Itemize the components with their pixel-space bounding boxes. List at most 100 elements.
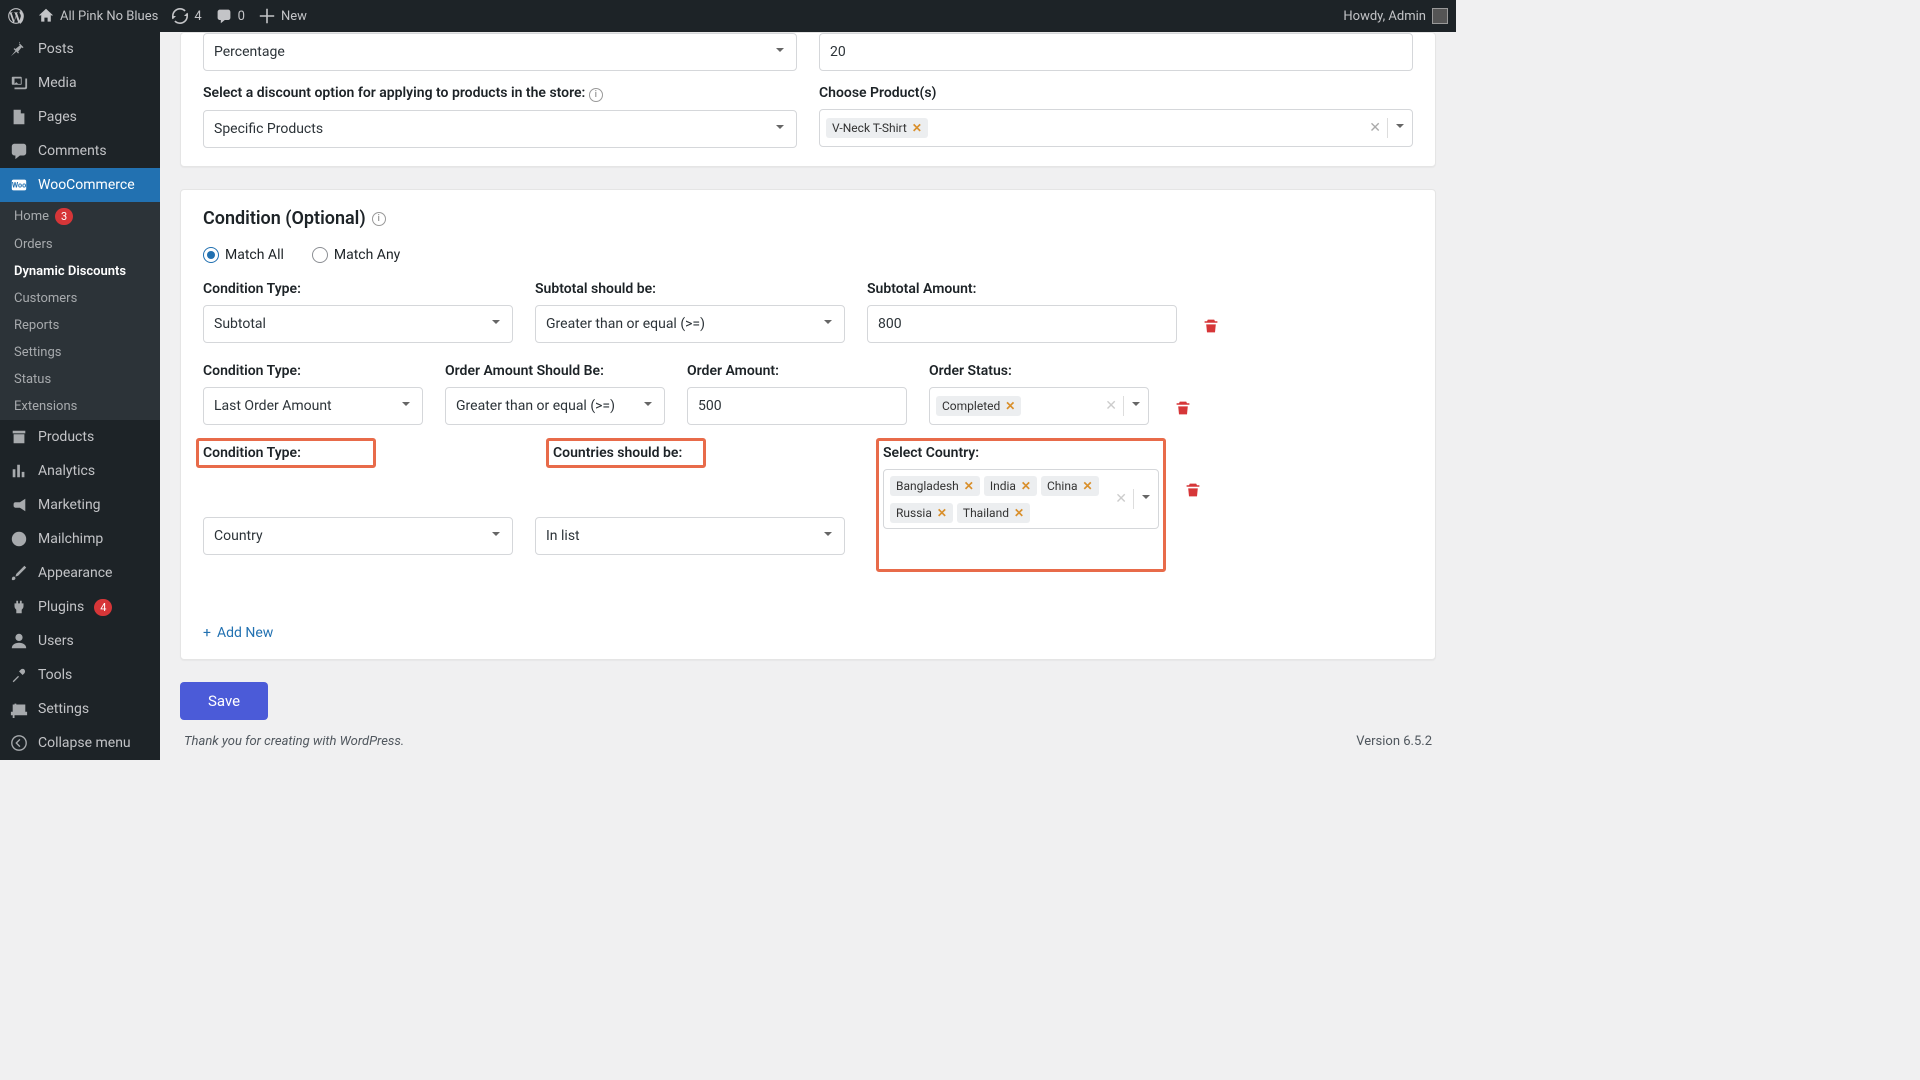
- condition-type-label: Condition Type:: [203, 445, 369, 461]
- update-icon: [172, 8, 188, 24]
- badge: 4: [94, 599, 112, 616]
- sidebar-subitem-reports[interactable]: Reports: [0, 312, 160, 339]
- delete-row-button[interactable]: [1171, 389, 1195, 427]
- info-icon[interactable]: i: [589, 88, 603, 102]
- discount-option-select[interactable]: Specific Products: [203, 110, 797, 148]
- sidebar-label: WooCommerce: [38, 177, 135, 193]
- select-value: Subtotal: [214, 316, 266, 332]
- chevron-down-icon: [774, 44, 786, 60]
- condition-heading: Condition (Optional) i: [203, 208, 1413, 229]
- sidebar-item-comments[interactable]: Comments: [0, 134, 160, 168]
- media-icon: [10, 74, 28, 92]
- comments-menu[interactable]: 0: [216, 8, 245, 24]
- sidebar-label: Collapse menu: [38, 735, 131, 751]
- sidebar-label: Reports: [14, 318, 59, 333]
- discount-value-input[interactable]: 20: [819, 33, 1413, 71]
- pin-icon: [10, 40, 28, 58]
- remove-tag-icon[interactable]: ✕: [912, 121, 922, 135]
- badge: 3: [55, 208, 73, 225]
- chevron-down-icon[interactable]: [1394, 120, 1406, 136]
- sidebar-item-analytics[interactable]: Analytics: [0, 454, 160, 488]
- discount-type-select[interactable]: Percentage: [203, 33, 797, 71]
- order-status-multiselect[interactable]: Completed ✕ ✕: [929, 387, 1149, 425]
- sidebar-item-posts[interactable]: Posts: [0, 32, 160, 66]
- site-menu[interactable]: All Pink No Blues: [38, 8, 158, 24]
- condition-type-select[interactable]: Country: [203, 517, 513, 555]
- sidebar-label: Products: [38, 429, 94, 445]
- sidebar-item-users[interactable]: Users: [0, 624, 160, 658]
- brush-icon: [10, 564, 28, 582]
- condition-type-select[interactable]: Subtotal: [203, 305, 513, 343]
- sidebar-subitem-extensions[interactable]: Extensions: [0, 393, 160, 420]
- new-label: New: [281, 9, 307, 24]
- sidebar-item-mailchimp[interactable]: Mailchimp: [0, 522, 160, 556]
- sidebar-subitem-settings[interactable]: Settings: [0, 339, 160, 366]
- wp-logo-menu[interactable]: [8, 8, 24, 24]
- sidebar-label: Mailchimp: [38, 531, 103, 547]
- sidebar-label: Analytics: [38, 463, 95, 479]
- footer: Thank you for creating with WordPress. V…: [180, 720, 1436, 760]
- sidebar-subitem-customers[interactable]: Customers: [0, 285, 160, 312]
- remove-tag-icon[interactable]: ✕: [1005, 399, 1015, 413]
- discount-option-label: Select a discount option for applying to…: [203, 85, 797, 102]
- account-menu[interactable]: Howdy, Admin: [1343, 8, 1448, 24]
- updates-count: 4: [194, 9, 201, 24]
- content-area: Percentage 20 Select a discount option f…: [160, 32, 1456, 760]
- plus-icon: [259, 8, 275, 24]
- sidebar-item-marketing[interactable]: Marketing: [0, 488, 160, 522]
- chevron-down-icon[interactable]: [1130, 398, 1142, 414]
- sidebar-collapse[interactable]: Collapse menu: [0, 726, 160, 760]
- admin-bar: All Pink No Blues 4 0 New Howdy, Admin: [0, 0, 1456, 32]
- sidebar-item-woocommerce[interactable]: Woo WooCommerce: [0, 168, 160, 202]
- site-name: All Pink No Blues: [60, 9, 158, 24]
- subtotal-amount-input[interactable]: 800: [867, 305, 1177, 343]
- sidebar-subitem-orders[interactable]: Orders: [0, 231, 160, 258]
- sidebar-subitem-home[interactable]: Home 3: [0, 202, 160, 231]
- chart-icon: [10, 462, 28, 480]
- select-value: Country: [214, 528, 263, 544]
- save-button[interactable]: Save: [180, 682, 268, 720]
- match-all-radio[interactable]: Match All: [203, 247, 284, 263]
- updates-menu[interactable]: 4: [172, 8, 201, 24]
- order-should-label: Order Amount Should Be:: [445, 363, 665, 379]
- sidebar-subitem-status[interactable]: Status: [0, 366, 160, 393]
- sidebar-item-products[interactable]: Products: [0, 420, 160, 454]
- match-any-radio[interactable]: Match Any: [312, 247, 400, 263]
- clear-icon[interactable]: ✕: [1369, 120, 1381, 136]
- new-menu[interactable]: New: [259, 8, 307, 24]
- sidebar-item-pages[interactable]: Pages: [0, 100, 160, 134]
- products-multiselect[interactable]: V-Neck T-Shirt ✕ ✕: [819, 109, 1413, 147]
- sidebar-item-media[interactable]: Media: [0, 66, 160, 100]
- sidebar-subitem-dynamic-discounts[interactable]: Dynamic Discounts: [0, 258, 160, 285]
- condition-type-select[interactable]: Last Order Amount: [203, 387, 423, 425]
- select-country-label: Select Country:: [883, 445, 1159, 461]
- delete-row-button[interactable]: [1199, 307, 1223, 345]
- chevron-down-icon: [490, 528, 502, 544]
- select-value: Greater than or equal (>=): [546, 316, 705, 332]
- howdy-text: Howdy, Admin: [1343, 9, 1426, 24]
- countries-should-select[interactable]: In list: [535, 517, 845, 555]
- order-amount-label: Order Amount:: [687, 363, 907, 379]
- order-amount-input[interactable]: 500: [687, 387, 907, 425]
- admin-sidebar: Posts Media Pages Comments Woo WooCommer…: [0, 32, 160, 760]
- info-icon[interactable]: i: [372, 212, 386, 226]
- radio-label: Match Any: [334, 247, 400, 263]
- megaphone-icon: [10, 496, 28, 514]
- home-icon: [38, 8, 54, 24]
- sidebar-item-plugins[interactable]: Plugins 4: [0, 590, 160, 624]
- add-new-label: Add New: [217, 625, 273, 641]
- sidebar-label: Appearance: [38, 565, 112, 581]
- clear-icon[interactable]: ✕: [1105, 398, 1117, 414]
- subtotal-should-select[interactable]: Greater than or equal (>=): [535, 305, 845, 343]
- trash-icon: [1175, 400, 1191, 416]
- sidebar-item-settings[interactable]: Settings: [0, 692, 160, 726]
- sidebar-item-tools[interactable]: Tools: [0, 658, 160, 692]
- add-new-button[interactable]: + Add New: [203, 625, 1413, 641]
- avatar-icon: [1432, 8, 1448, 24]
- sidebar-label: Marketing: [38, 497, 101, 513]
- wrench-icon: [10, 666, 28, 684]
- order-should-select[interactable]: Greater than or equal (>=): [445, 387, 665, 425]
- sidebar-item-appearance[interactable]: Appearance: [0, 556, 160, 590]
- input-value: 20: [830, 44, 846, 60]
- sidebar-label: Extensions: [14, 399, 77, 414]
